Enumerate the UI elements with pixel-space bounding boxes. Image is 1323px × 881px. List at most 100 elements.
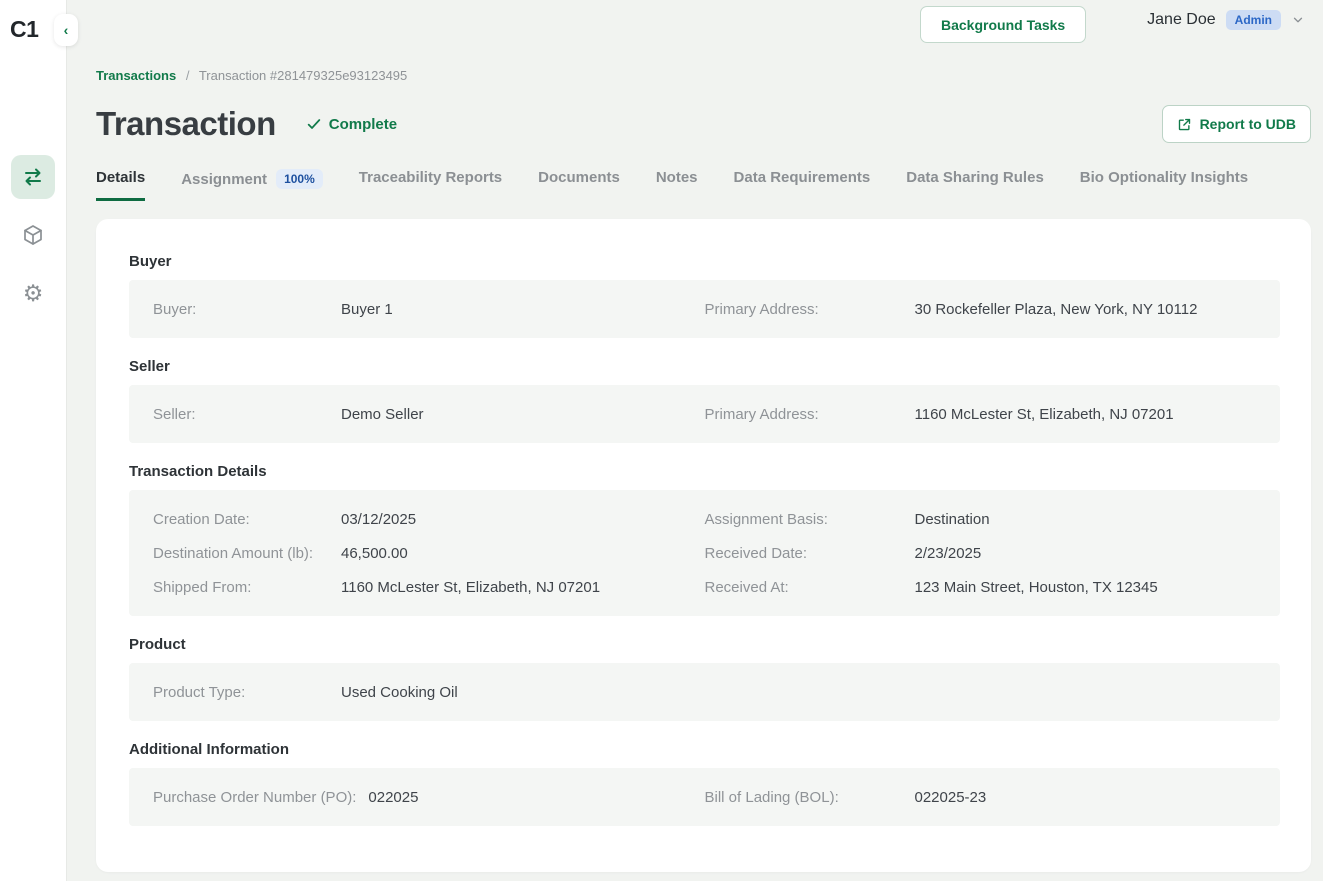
section-buyer: Buyer Buyer: Buyer 1 Primary Address: 30 Roc… xyxy=(129,253,1280,338)
field-value: 03/12/2025 xyxy=(341,510,417,528)
table-row: Buyer: Buyer 1 Primary Address: 30 Rockefel… xyxy=(153,292,1256,326)
sidebar-item-products[interactable] xyxy=(11,213,55,257)
tab-traceability-reports[interactable]: Traceability Reports xyxy=(359,169,502,201)
table-row: Purchase Order Number (PO): 022025 Bill of… xyxy=(153,780,1256,814)
breadcrumb-current: Transaction #281479325e93123495 xyxy=(198,68,408,83)
field-value: 30 Rockefeller Plaza, New York, NY 10112 xyxy=(914,300,1198,318)
tab-documents[interactable]: Documents xyxy=(538,169,620,201)
field: Bill of Lading (BOL): 022025-23 xyxy=(705,789,1257,806)
section-seller: Seller Seller: Demo Seller Primary Address:… xyxy=(129,358,1280,443)
field-label: Purchase Order Number (PO): xyxy=(153,788,357,806)
tab-label: Documents xyxy=(538,169,620,186)
main-content: Transactions / Transaction #281479325e93… xyxy=(66,0,1323,881)
transfer-arrows-icon xyxy=(21,165,45,189)
section-block: Product Type: Used Cooking Oil xyxy=(129,663,1280,721)
section-block: Buyer: Buyer 1 Primary Address: 30 Rockefel… xyxy=(129,280,1280,338)
sidebar-nav: ⚙ xyxy=(0,155,66,315)
breadcrumb: Transactions / Transaction #281479325e93… xyxy=(96,68,1311,83)
breadcrumb-transactions-link[interactable]: Transactions xyxy=(96,68,176,83)
external-link-icon xyxy=(1178,118,1190,130)
section-product: Product Product Type: Used Cooking Oil xyxy=(129,636,1280,721)
section-block: Creation Date: 03/12/2025 Assignment Basis… xyxy=(129,490,1280,616)
tab-data-sharing-rules[interactable]: Data Sharing Rules xyxy=(906,169,1044,201)
section-block: Seller: Demo Seller Primary Address: 1160 M… xyxy=(129,385,1280,443)
tab-label: Data Sharing Rules xyxy=(906,169,1044,186)
tab-label: Assignment xyxy=(181,170,268,188)
field: Destination Amount (lb): 46,500.00 xyxy=(153,545,705,562)
tab-label: Bio Optionality Insights xyxy=(1079,169,1249,186)
table-row: Creation Date: 03/12/2025 Assignment Basis… xyxy=(153,502,1256,536)
field-label: Received Date: xyxy=(704,544,808,562)
breadcrumb-separator: / xyxy=(185,68,190,83)
sidebar-collapse-button[interactable]: ‹ xyxy=(54,14,78,46)
tab-label: Details xyxy=(96,169,146,186)
tab-bar: Details Assignment 100% Traceability Report… xyxy=(96,169,1311,204)
field: Shipped From: 1160 McLester St, Elizabeth… xyxy=(153,579,705,596)
sidebar-item-transactions[interactable] xyxy=(11,155,55,199)
field-label: Primary Address: xyxy=(704,300,819,318)
section-title: Product xyxy=(129,636,186,653)
chevron-left-icon: ‹ xyxy=(63,22,69,38)
section-title: Buyer xyxy=(129,253,172,270)
report-to-udb-button[interactable]: Report to UDB xyxy=(1161,105,1311,143)
sidebar-item-settings[interactable]: ⚙ xyxy=(11,271,55,315)
details-card: Buyer Buyer: Buyer 1 Primary Address: 30 Roc… xyxy=(96,219,1311,872)
sidebar: C1 ⚙ xyxy=(0,0,66,881)
field-value: 123 Main Street, Houston, TX 12345 xyxy=(914,578,1158,596)
table-row: Shipped From: 1160 McLester St, Elizabeth… xyxy=(153,570,1256,604)
field-value: 1160 McLester St, Elizabeth, NJ 07201 xyxy=(914,405,1174,423)
section-additional-information: Additional Information Purchase Order Num… xyxy=(129,741,1280,826)
field: Received At: 123 Main Street, Houston, TX… xyxy=(705,579,1257,596)
table-row: Product Type: Used Cooking Oil xyxy=(153,675,1256,709)
section-block: Purchase Order Number (PO): 022025 Bill of… xyxy=(129,768,1280,826)
status-badge: Complete xyxy=(306,116,397,133)
page-title: Transaction xyxy=(96,105,276,142)
tab-notes[interactable]: Notes xyxy=(656,169,698,201)
field: Seller: Demo Seller xyxy=(153,406,705,423)
field-label: Buyer: xyxy=(153,300,197,318)
gear-icon: ⚙ xyxy=(22,279,44,306)
tab-label: Data Requirements xyxy=(733,169,871,186)
field: Creation Date: 03/12/2025 xyxy=(153,511,705,528)
table-row: Destination Amount (lb): 46,500.00 Receive… xyxy=(153,536,1256,570)
field-label: Creation Date: xyxy=(153,510,250,528)
section-transaction-details: Transaction Details Creation Date: 03/12/2… xyxy=(129,463,1280,616)
field-value: 2/23/2025 xyxy=(914,544,982,562)
field-value: Buyer 1 xyxy=(341,300,393,318)
section-title: Additional Information xyxy=(129,741,289,758)
field-value: Used Cooking Oil xyxy=(341,683,458,701)
field-label: Shipped From: xyxy=(153,578,252,596)
field-label: Bill of Lading (BOL): xyxy=(704,788,839,806)
field-value: 46,500.00 xyxy=(341,544,408,562)
tab-details[interactable]: Details xyxy=(96,169,146,201)
field: Primary Address: 1160 McLester St, Elizab… xyxy=(705,406,1257,423)
field: Buyer: Buyer 1 xyxy=(153,301,705,318)
table-row: Seller: Demo Seller Primary Address: 1160 M… xyxy=(153,397,1256,431)
field-label: Assignment Basis: xyxy=(704,510,828,528)
tab-bio-optionality-insights[interactable]: Bio Optionality Insights xyxy=(1080,169,1248,201)
status-label: Complete xyxy=(328,115,398,133)
field-label: Seller: xyxy=(153,405,196,423)
tab-label: Traceability Reports xyxy=(358,169,503,186)
section-title: Seller xyxy=(129,358,170,375)
tab-progress-badge: 100% xyxy=(276,169,323,189)
field-label: Primary Address: xyxy=(704,405,819,423)
check-icon xyxy=(307,119,320,129)
tab-data-requirements[interactable]: Data Requirements xyxy=(734,169,871,201)
cube-icon xyxy=(21,223,45,247)
field: Assignment Basis: Destination xyxy=(705,511,1257,528)
tab-assignment[interactable]: Assignment 100% xyxy=(181,169,323,204)
field-value: 022025 xyxy=(368,788,419,806)
field-label: Received At: xyxy=(704,578,789,596)
field-value: 1160 McLester St, Elizabeth, NJ 07201 xyxy=(341,578,601,596)
field: Received Date: 2/23/2025 xyxy=(705,545,1257,562)
title-row: Transaction Complete Report to UDB xyxy=(96,105,1311,143)
field-label: Product Type: xyxy=(153,683,246,701)
field-value: Demo Seller xyxy=(341,405,424,423)
section-title: Transaction Details xyxy=(129,463,267,480)
tab-label: Notes xyxy=(655,169,698,186)
field-value: 022025-23 xyxy=(914,788,987,806)
field: Purchase Order Number (PO): 022025 xyxy=(153,789,705,806)
field-label: Destination Amount (lb): xyxy=(153,544,314,562)
field: Primary Address: 30 Rockefeller Plaza, Ne… xyxy=(705,301,1257,318)
